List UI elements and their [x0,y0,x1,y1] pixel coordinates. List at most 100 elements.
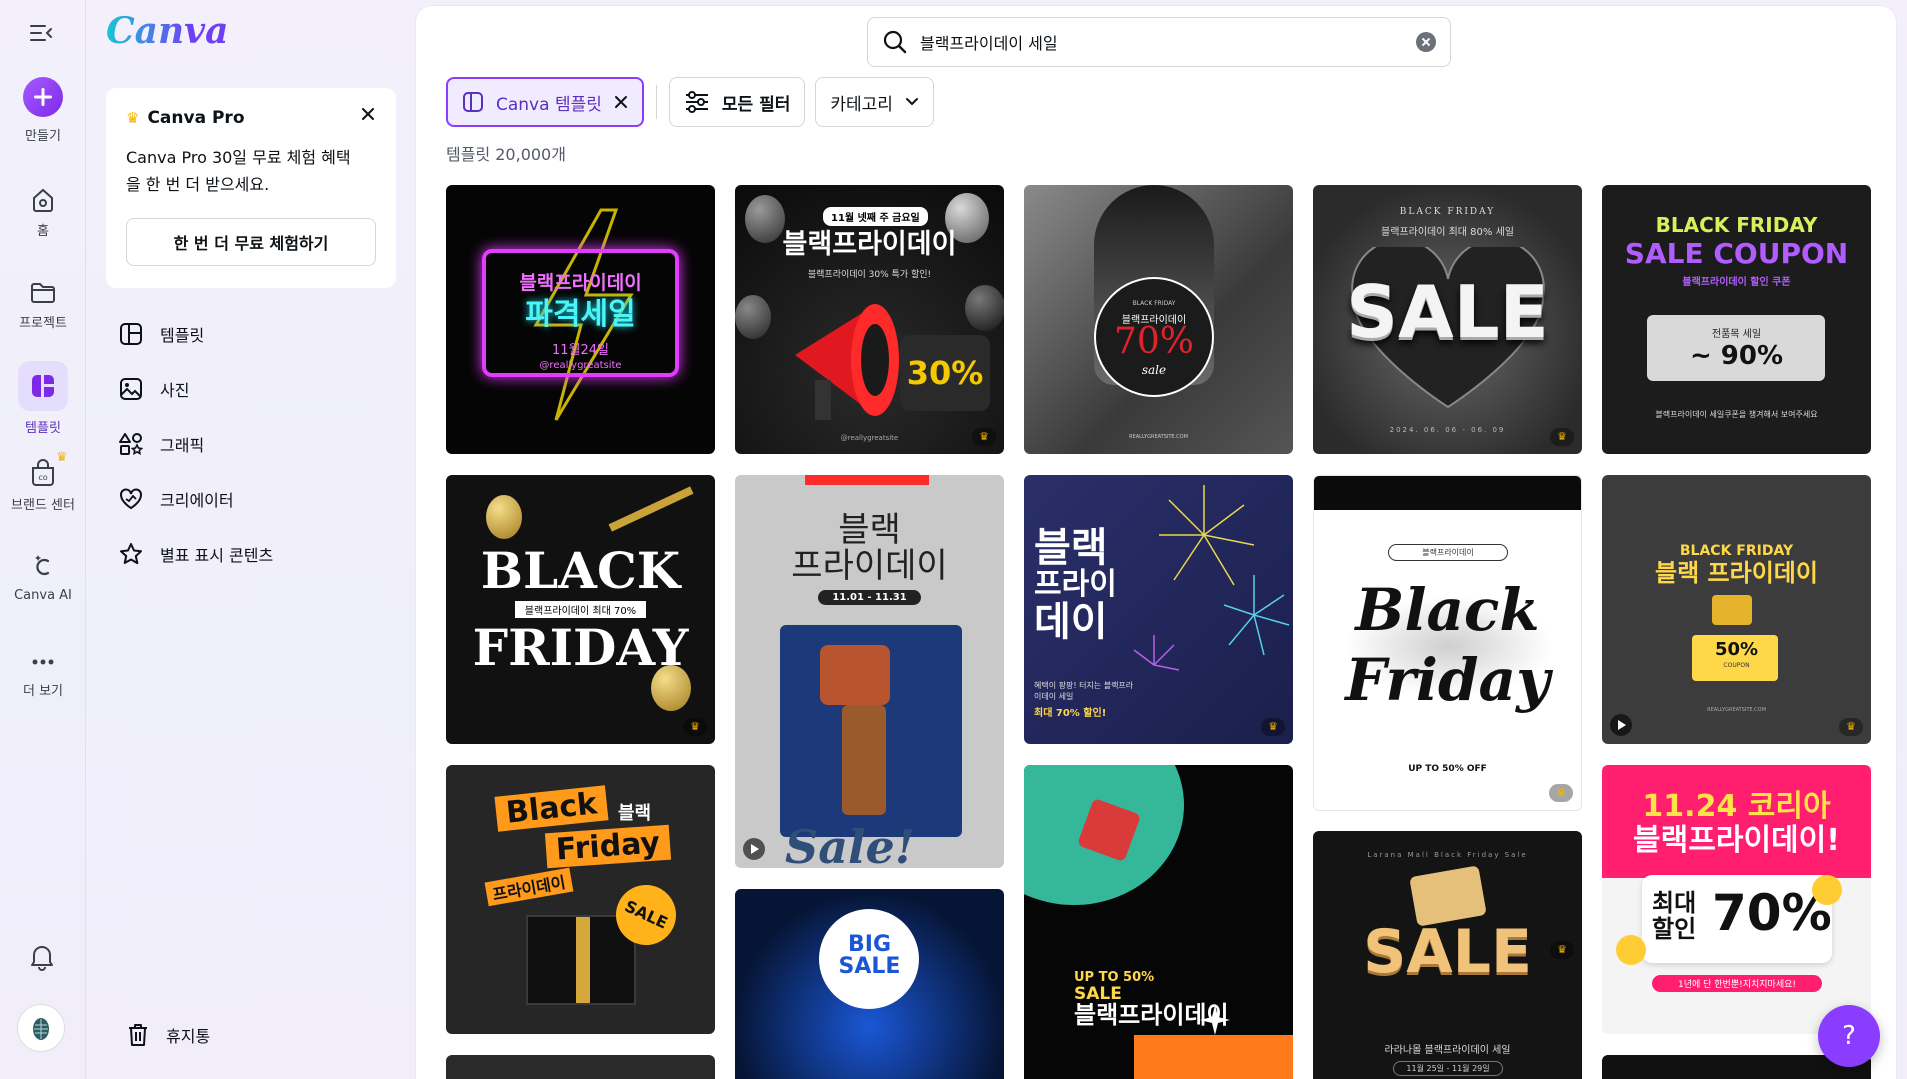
card-text: BLACK [480,540,681,600]
template-card[interactable]: BLACK 블랙프라이데이 최대 70% FRIDAY ♛ [446,475,715,744]
crown-icon: ♛ [126,109,140,127]
filter-divider [655,85,657,119]
torn-paper-top [1314,476,1581,510]
card-text: Black [1355,576,1540,644]
card-text: 블랙프라이데이 [782,229,957,260]
card-text: COUPON [1723,662,1750,669]
trash-label: 휴지통 [166,1027,211,1046]
nav-item-creators[interactable]: 크리에이터 [118,471,388,526]
nav-item-templates[interactable]: 템플릿 [118,306,388,361]
card-text: 프라이데이 [484,867,574,907]
pro-promo-card: ♛ Canva Pro Canva Pro 30일 무료 체험 혜택을 한 번 … [106,88,396,288]
trash-button[interactable]: 휴지통 [126,1022,210,1048]
crown-icon: ♛ [1549,784,1573,802]
card-text: SALE COUPON [1624,237,1849,270]
template-card[interactable]: 블랙 프라이 데이 혜택이 팡팡! 터지는 블랙프라이데이 세일 최대 70% … [1024,475,1293,744]
card-text: 전품목 세일 [1711,329,1762,340]
play-icon [743,838,765,860]
gold-balloon-graphic [486,495,522,539]
templates-active-bg [18,361,68,411]
nav-label-creators: 크리에이터 [160,490,234,510]
card-text: REALLYGREATSITE.COM [1129,434,1188,440]
card-text: 데이 [1034,599,1108,645]
trash-icon [129,1024,147,1046]
card-text: BLACK FRIDAY [1655,213,1818,237]
canva-logo[interactable]: Canva [106,10,228,52]
free-trial-button[interactable]: 한 번 더 무료 체험하기 [126,218,376,266]
photo-icon [120,377,142,400]
rail-brand[interactable]: co ♛ 브랜드 센터 [0,450,86,513]
create-button[interactable]: 만들기 [0,77,86,144]
rail-more[interactable]: 더 보기 [0,650,86,699]
chip-canva-templates[interactable]: Canva 템플릿 [446,77,644,127]
chip-canva-templates-label: Canva 템플릿 [496,94,602,115]
template-filter-icon [463,92,483,112]
avatar[interactable] [17,1004,65,1052]
card-text: BLACK FRIDAY [1679,543,1794,559]
card-text: 파격세일 [525,297,636,333]
template-card[interactable]: BLACK FRIDAY 블랙 프라이데이 50% COUPON REALLYG… [1602,475,1871,744]
template-card[interactable]: 11.24 코리아 블랙프라이데이! 최대 할인 70% 1년에 단 한번뿐!지… [1602,765,1871,1034]
card-text: Friday [544,824,672,869]
svg-text:co: co [38,473,47,482]
remove-chip-icon[interactable] [614,95,628,109]
crown-icon: ♛ [1550,941,1574,959]
template-card[interactable]: BLACK FRIDAY 블랙프라이데이 70% sale REALLYGREA… [1024,185,1293,454]
card-text: 블랙프라이데이 [1388,544,1508,561]
template-card[interactable]: BLACK FRIDAY 블랙프라이데이 최대 80% 세일 SALE 2024… [1313,185,1582,454]
chevron-down-icon [905,98,918,106]
card-text: 라라나몰 블랙프라이데이 세일 [1384,1045,1511,1056]
rail-home[interactable]: 홈 [0,186,86,239]
clear-search-icon[interactable] [1416,32,1436,52]
crown-icon: ♛ [1261,718,1285,736]
template-card[interactable]: Black 블랙 Friday 프라이데이 SALE [446,765,715,1034]
card-text: REALLYGREATSITE.COM [1707,707,1766,713]
template-card[interactable]: Larana Mall Black Friday Sale SALE 라라나몰 … [1313,831,1582,1079]
left-rail: 만들기 홈 프로젝트 템플릿 co ♛ 브랜드 센터 Canva AI 더 보기 [0,0,86,1079]
nav-item-graphics[interactable]: 그래픽 [118,416,388,471]
template-card[interactable] [446,1055,715,1079]
card-text: 블랙프라이데이 [1074,1001,1229,1029]
all-filters-button[interactable]: 모든 필터 [668,77,806,127]
crown-icon: ♛ [1839,718,1863,736]
template-card[interactable]: UP TO 50% SALE 블랙프라이데이 [1024,765,1293,1079]
nav-item-photos[interactable]: 사진 [118,361,388,416]
rail-canva-ai[interactable]: Canva AI [0,552,86,603]
create-label: 만들기 [25,129,61,144]
card-text: UP TO 50% OFF [1408,764,1487,774]
home-icon [33,188,53,212]
card-text: 블랙프라이데이 [519,272,642,295]
search-bar[interactable] [867,17,1451,67]
card-text: FRIDAY [472,618,689,677]
megaphone-graphic [795,304,899,420]
close-icon[interactable] [360,106,376,122]
home-label: 홈 [37,224,49,239]
category-dropdown[interactable]: 카테고리 [815,77,934,127]
nav-item-starred[interactable]: 별표 표시 콘텐츠 [118,526,388,581]
template-card[interactable]: 블랙프라이데이 Black Friday UP TO 50% OFF ♛ [1313,475,1582,811]
rail-templates[interactable]: 템플릿 [0,361,86,436]
main-content: Canva 템플릿 모든 필터 카테고리 템플릿 20,000개 [416,6,1896,1079]
card-text: Friday [1345,646,1550,714]
card-text: ~ 90% [1689,341,1784,371]
template-card[interactable]: 11월 넷째 주 금요일 블랙프라이데이 블랙프라이데이 30% 특가 할인! … [735,185,1004,454]
card-text: UP TO 50% [1074,970,1155,985]
folder-icon [31,283,55,303]
collapse-menu-icon[interactable] [28,20,54,46]
help-button[interactable]: ? [1818,1005,1880,1067]
notification-bell-icon[interactable] [26,940,58,972]
category-label: 카테고리 [830,94,893,115]
search-input[interactable] [920,32,1416,52]
template-card[interactable]: 블랙프라이데이 파격세일 11월24일 @reallygreatsite [446,185,715,454]
card-text: BLACK FRIDAY [1132,300,1176,307]
card-text: 프라이 [1034,567,1117,602]
card-text: 1년에 단 한번뿐!지치지마세요! [1652,975,1822,992]
template-card[interactable]: BIG SALE [735,889,1004,1079]
card-text: 블랙프라이데이 할인 쿠폰 [1682,277,1791,288]
more-label: 더 보기 [22,684,63,699]
promo-title: ♛ Canva Pro [126,108,376,128]
card-text: 최대 [1652,889,1697,917]
template-card[interactable]: 블랙 프라이데이 11.01 - 11.31 Sale! [735,475,1004,868]
rail-projects[interactable]: 프로젝트 [0,278,86,331]
template-card[interactable]: BLACK FRIDAY SALE COUPON 블랙프라이데이 할인 쿠폰 전… [1602,185,1871,454]
